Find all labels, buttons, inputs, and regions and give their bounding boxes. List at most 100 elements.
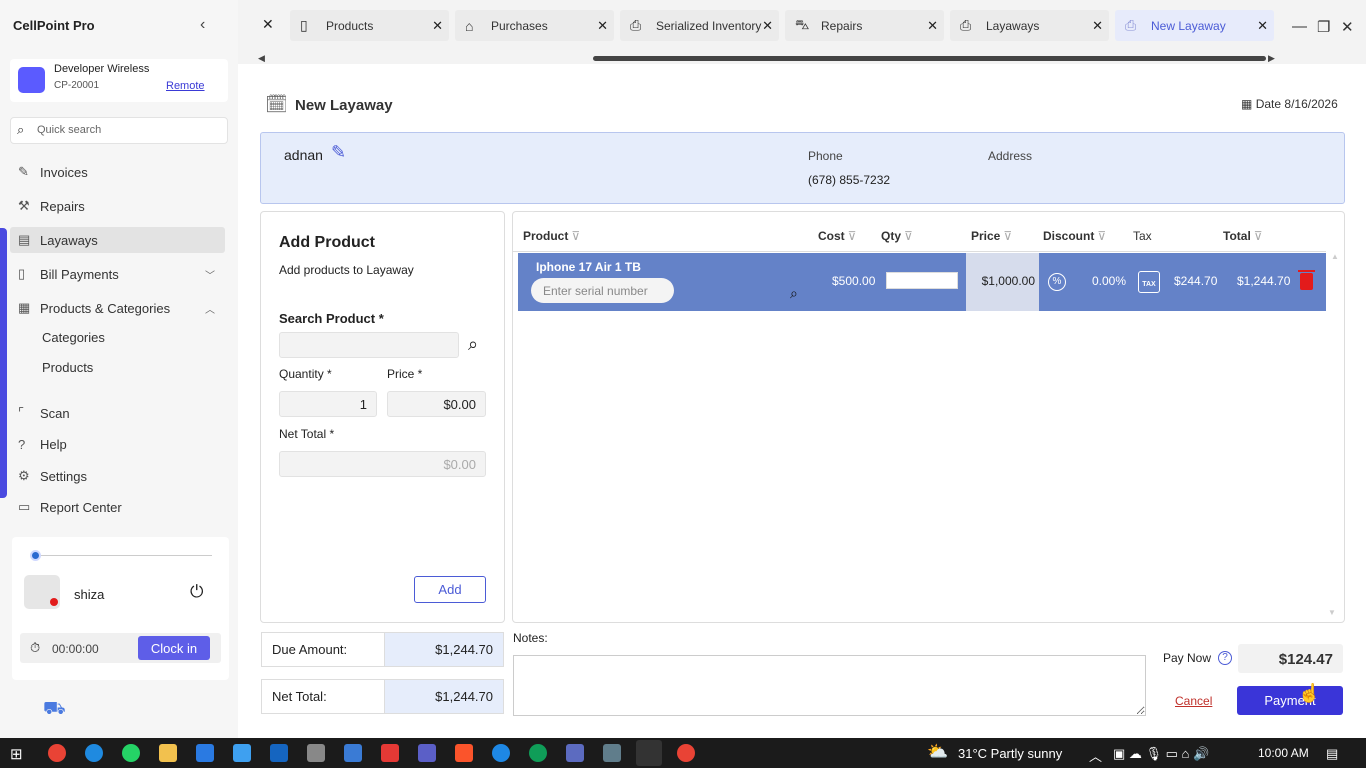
app-icon[interactable] xyxy=(381,744,399,762)
app-icon[interactable] xyxy=(344,744,362,762)
truck-icon[interactable]: ⛟ xyxy=(43,698,66,722)
row-price-input[interactable]: $1,000.00 xyxy=(966,253,1039,311)
sidebar-item-report-center[interactable]: ▭ Report Center xyxy=(10,494,225,520)
tax-icon[interactable]: TAX xyxy=(1138,271,1160,293)
sidebar-item-layaways[interactable]: ▤ Layaways xyxy=(10,227,225,253)
slider-thumb[interactable] xyxy=(30,550,41,561)
col-discount[interactable]: Discount ⊽ xyxy=(1043,229,1106,243)
slider-track[interactable] xyxy=(34,555,212,556)
app-icon[interactable] xyxy=(307,744,325,762)
quick-search[interactable]: ⌕ xyxy=(10,117,228,144)
col-product[interactable]: Product ⊽ xyxy=(523,229,580,243)
add-button[interactable]: Add xyxy=(414,576,486,603)
app-icon[interactable] xyxy=(233,744,251,762)
tab-serialized-inventory[interactable]: ⎙ Serialized Inventory ✕ xyxy=(620,10,779,41)
col-total[interactable]: Total ⊽ xyxy=(1223,229,1263,243)
brave-icon[interactable] xyxy=(455,744,473,762)
search-input[interactable] xyxy=(37,124,217,136)
sidebar-item-scan[interactable]: ⌜ Scan xyxy=(10,400,225,426)
scroll-down-icon[interactable]: ▼ xyxy=(1328,608,1336,617)
col-qty[interactable]: Qty ⊽ xyxy=(881,229,913,243)
clock-time[interactable]: 10:00 AM xyxy=(1258,746,1309,760)
chevron-up-icon[interactable]: ︿ xyxy=(1089,746,1102,765)
sidebar-item-repairs[interactable]: ⚒ Repairs xyxy=(10,193,225,219)
status-dot xyxy=(50,598,58,606)
clock-in-button[interactable]: Clock in xyxy=(138,636,210,660)
sidebar-item-help[interactable]: ? Help xyxy=(10,431,225,457)
restore-icon[interactable]: ❐ xyxy=(1317,18,1330,36)
payment-button[interactable]: Payment xyxy=(1237,686,1343,715)
edit-icon[interactable]: ✎ xyxy=(331,142,346,163)
close-icon[interactable]: ✕ xyxy=(1092,18,1103,34)
row-qty-input[interactable] xyxy=(886,272,958,289)
serial-number-input[interactable] xyxy=(531,278,674,303)
tab-new-layaway[interactable]: ⎙ New Layaway ✕ xyxy=(1115,10,1274,41)
search-icon[interactable]: ⌕ xyxy=(790,285,798,302)
remote-link[interactable]: Remote xyxy=(166,80,205,92)
tab-purchases[interactable]: ⌂ Purchases ✕ xyxy=(455,10,614,41)
sidebar-item-label: Scan xyxy=(40,405,70,421)
filter-icon: ⊽ xyxy=(571,229,581,243)
chrome-icon[interactable] xyxy=(48,744,66,762)
scroll-left-icon[interactable]: ◀ xyxy=(258,53,265,64)
tab-scrollbar[interactable] xyxy=(593,56,1266,61)
power-icon[interactable]: ⏻ xyxy=(190,582,203,602)
search-icon[interactable]: ⌕ xyxy=(468,334,478,355)
sidebar-item-bill-payments[interactable]: ▯ Bill Payments ﹀ xyxy=(10,261,225,287)
sidebar-item-products[interactable]: Products xyxy=(42,360,93,375)
tab-layaways[interactable]: ⎙ Layaways ✕ xyxy=(950,10,1109,41)
quantity-field[interactable]: 1 xyxy=(279,391,377,417)
row-tax: $244.70 xyxy=(1174,274,1218,288)
close-icon[interactable]: ✕ xyxy=(432,18,443,34)
app-icon[interactable] xyxy=(636,740,662,766)
sidebar-item-categories[interactable]: Categories xyxy=(42,330,105,345)
percent-icon[interactable]: % xyxy=(1048,273,1066,291)
window-close-icon[interactable]: ✕ xyxy=(1341,18,1354,36)
store-icon[interactable] xyxy=(196,744,214,762)
help-circle-icon[interactable]: ? xyxy=(1218,651,1232,665)
app-icon[interactable] xyxy=(529,744,547,762)
col-cost[interactable]: Cost ⊽ xyxy=(818,229,856,243)
help-icon: ? xyxy=(18,436,26,452)
sidebar-item-invoices[interactable]: ✎ Invoices xyxy=(10,159,225,185)
calculator-icon[interactable] xyxy=(603,744,621,762)
scroll-right-icon[interactable]: ▶ xyxy=(1268,53,1275,64)
tab-products[interactable]: ▯ Products ✕ xyxy=(290,10,449,41)
sidebar-item-products-categories[interactable]: ▦ Products & Categories ︿ xyxy=(10,295,225,321)
chrome-icon[interactable] xyxy=(677,744,695,762)
trash-icon[interactable] xyxy=(1298,270,1315,290)
close-icon[interactable]: ✕ xyxy=(927,18,938,34)
windows-start-icon[interactable]: ⊞ xyxy=(10,745,23,763)
teams-icon[interactable] xyxy=(418,744,436,762)
customer-name: adnan xyxy=(284,147,323,163)
close-icon[interactable]: ✕ xyxy=(262,16,274,33)
tray-icons[interactable]: ▣ ☁ 🎙 ▭ ⌂ 🔊 xyxy=(1113,746,1209,762)
scroll-up-icon[interactable]: ▲ xyxy=(1331,252,1339,261)
price-field[interactable]: $0.00 xyxy=(387,391,486,417)
close-icon[interactable]: ✕ xyxy=(1257,18,1268,34)
notes-textarea[interactable] xyxy=(513,655,1146,716)
tab-repairs[interactable]: ⛍ Repairs ✕ xyxy=(785,10,944,41)
chevron-left-icon[interactable]: ‹ xyxy=(200,16,205,34)
sidebar-item-settings[interactable]: ⚙ Settings xyxy=(10,463,225,489)
hammer-icon: ⚒ xyxy=(18,198,30,213)
notes-label: Notes: xyxy=(513,631,548,645)
r-icon[interactable] xyxy=(270,744,288,762)
cancel-link[interactable]: Cancel xyxy=(1175,694,1212,708)
whatsapp-icon[interactable] xyxy=(122,744,140,762)
minimize-icon[interactable]: — xyxy=(1292,18,1307,35)
app-icon[interactable] xyxy=(492,744,510,762)
address-label: Address xyxy=(988,149,1033,163)
calendar-icon: ▦ xyxy=(1241,97,1253,111)
folder-icon[interactable] xyxy=(159,744,177,762)
search-product-input[interactable] xyxy=(279,332,459,358)
table-row[interactable]: Iphone 17 Air 1 TB ⌕ $500.00 $1,000.00 %… xyxy=(518,253,1326,311)
app-icon[interactable] xyxy=(566,744,584,762)
close-icon[interactable]: ✕ xyxy=(597,18,608,34)
close-icon[interactable]: ✕ xyxy=(762,18,773,34)
notification-icon[interactable]: ▤ xyxy=(1326,746,1338,762)
pay-now-input[interactable]: $124.47 xyxy=(1238,644,1343,673)
edge-icon[interactable] xyxy=(85,744,103,762)
col-price[interactable]: Price ⊽ xyxy=(971,229,1012,243)
weather-text[interactable]: 31°C Partly sunny xyxy=(958,746,1062,761)
